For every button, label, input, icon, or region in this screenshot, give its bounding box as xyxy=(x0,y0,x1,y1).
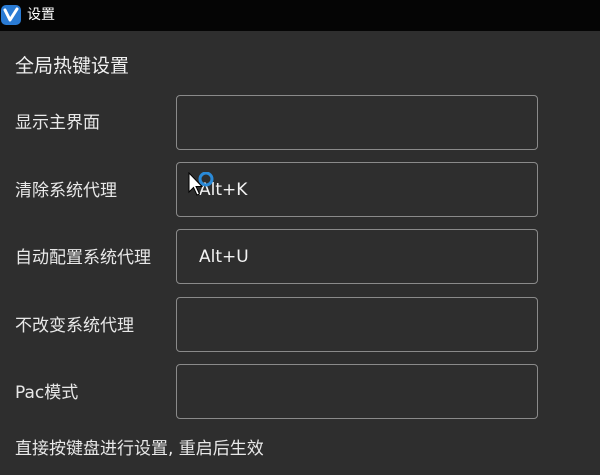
hotkey-label-clear-proxy: 清除系统代理 xyxy=(15,181,117,201)
hotkey-input-pac-mode[interactable] xyxy=(176,364,538,419)
v-logo-icon xyxy=(1,5,21,25)
hotkey-label-show-main: 显示主界面 xyxy=(15,113,100,133)
section-title: 全局热键设置 xyxy=(15,55,130,77)
hotkey-input-auto-proxy[interactable]: Alt+U xyxy=(176,229,538,284)
hotkey-input-clear-proxy[interactable]: Alt+K xyxy=(176,162,538,217)
hotkey-label-auto-proxy: 自动配置系统代理 xyxy=(15,248,151,268)
window-title: 设置 xyxy=(27,7,55,23)
hotkey-label-pac-mode: Pac模式 xyxy=(15,383,79,403)
restart-note: 直接按键盘进行设置, 重启后生效 xyxy=(15,439,264,459)
hotkey-label-keep-proxy: 不改变系统代理 xyxy=(15,316,134,336)
hotkey-input-show-main[interactable] xyxy=(176,95,538,150)
title-bar[interactable]: 设置 xyxy=(0,0,600,31)
settings-panel: 全局热键设置 显示主界面 清除系统代理 Alt+K 自动配置系统代理 Alt+U… xyxy=(0,31,600,475)
hotkey-input-keep-proxy[interactable] xyxy=(176,297,538,352)
